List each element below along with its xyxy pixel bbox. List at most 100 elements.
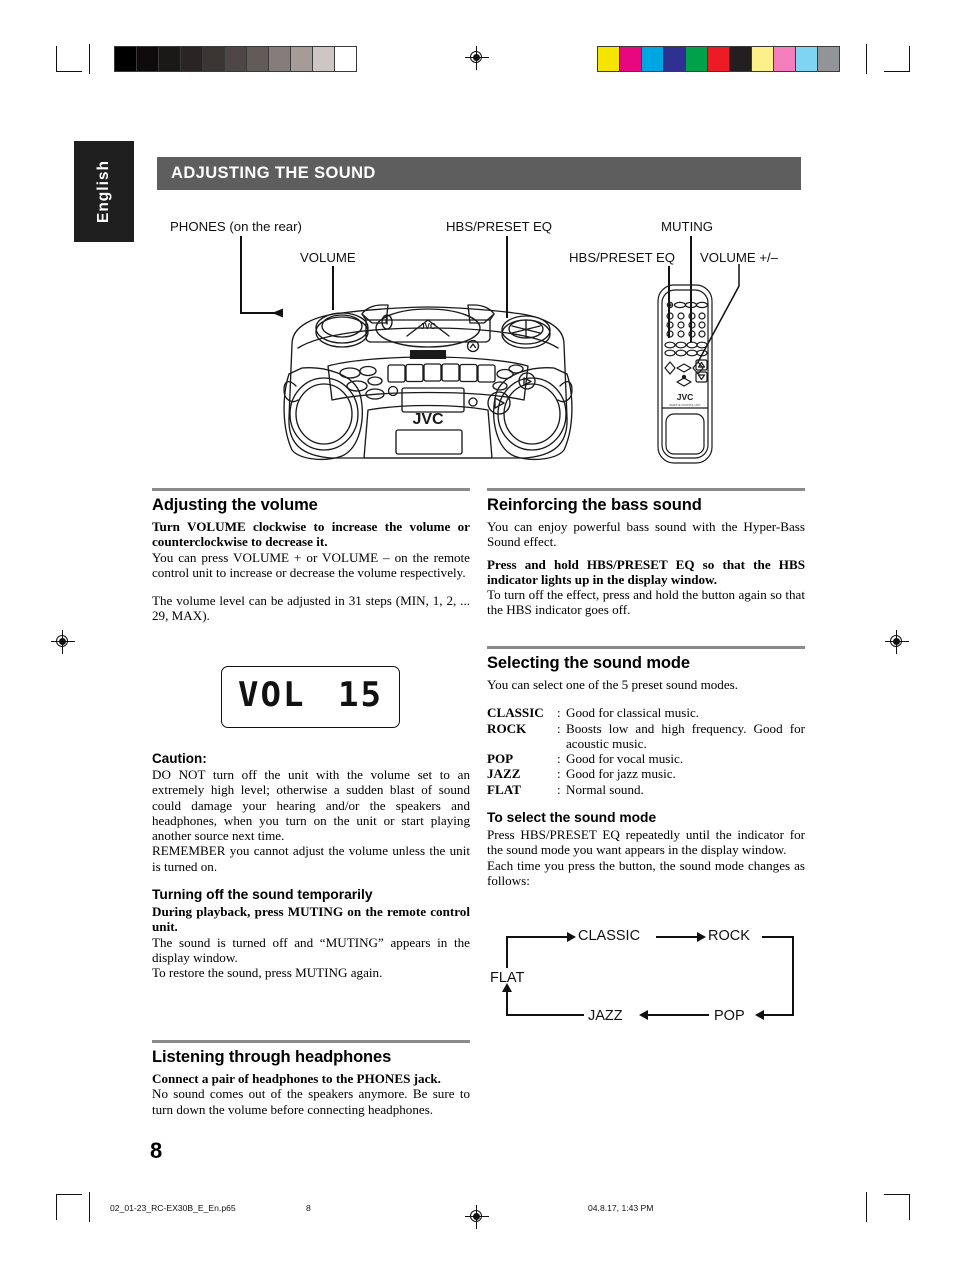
- heading-selecting-sound-mode: Selecting the sound mode: [487, 654, 690, 672]
- color-patch: [686, 47, 708, 71]
- flow-line-flat-to-classic: [506, 936, 569, 939]
- right-column-sound-mode: Selecting the sound mode You can select …: [487, 646, 805, 888]
- remote-logo: JVC: [677, 392, 694, 402]
- left-column-headphones: Listening through headphones Connect a p…: [152, 1040, 470, 1117]
- grayscale-patch: [291, 47, 313, 71]
- color-patch: [620, 47, 642, 71]
- color-patch: [664, 47, 686, 71]
- page-title: ADJUSTING THE SOUND: [171, 164, 376, 182]
- section-banner: ADJUSTING THE SOUND: [157, 157, 801, 190]
- footer-page: 8: [306, 1203, 311, 1213]
- sound-mode-cycle-diagram: FLAT CLASSIC ROCK POP JAZZ: [490, 925, 802, 1035]
- flow-arrow-to-jazz: [639, 1010, 648, 1020]
- sound-mode-description: Good for classical music.: [566, 705, 700, 721]
- sound-mode-table: CLASSIC: Good for classical music. ROCK: Bo…: [487, 705, 805, 797]
- registration-mark-bottom: [465, 1205, 489, 1229]
- boombox-illustration: JVC JVC: [283, 304, 573, 461]
- flow-line-flat-up: [506, 936, 509, 968]
- page-number: 8: [150, 1138, 163, 1163]
- grayscale-calibration-strip: [114, 46, 357, 72]
- unit-front-logo: JVC: [412, 411, 444, 428]
- heading-adjusting-the-volume: Adjusting the volume: [152, 496, 318, 514]
- sound-mode-colon: :: [557, 781, 561, 797]
- volume-paragraph-2: The volume level can be adjusted in 31 s…: [152, 593, 470, 624]
- caution-paragraph-1: DO NOT turn off the unit with the volume…: [152, 767, 470, 844]
- footer-filename: 02_01-23_RC-EX30B_E_En.p65: [110, 1203, 236, 1213]
- section-rule-bass: [487, 488, 805, 491]
- sound-mode-name: JAZZ: [487, 766, 521, 782]
- leader-phones-vertical: [240, 236, 242, 314]
- sound-mode-intro: You can select one of the 5 preset sound…: [487, 677, 739, 692]
- sound-mode-description: Boosts low and high frequency. Good for …: [566, 720, 805, 751]
- flow-arrow-to-rock: [697, 932, 706, 942]
- flow-line-pop-to-jazz: [647, 1014, 709, 1017]
- language-tab: English: [74, 141, 134, 242]
- bass-paragraph-2: To turn off the effect, press and hold t…: [487, 587, 805, 618]
- left-column-caution: Caution: DO NOT turn off the unit with t…: [152, 751, 470, 981]
- heading-turning-off-sound: Turning off the sound temporarily: [152, 887, 373, 903]
- volume-paragraph-1: You can press VOLUME + or VOLUME – on th…: [152, 549, 470, 580]
- grayscale-patch: [159, 47, 181, 71]
- registration-mark-top: [465, 46, 489, 70]
- callout-muting: MUTING: [661, 219, 714, 234]
- flow-node-jazz: JAZZ: [588, 1008, 623, 1024]
- crop-mark-top-right: [884, 46, 910, 72]
- sound-mode-description: Good for vocal music.: [566, 751, 684, 767]
- sound-mode-colon: :: [557, 705, 561, 721]
- heading-listening-through-headphones: Listening through headphones: [152, 1048, 392, 1066]
- flow-line-to-pop: [763, 1014, 794, 1017]
- right-column-bass: Reinforcing the bass sound You can enjoy…: [487, 488, 805, 618]
- heading-reinforcing-bass: Reinforcing the bass sound: [487, 496, 702, 514]
- grayscale-patch: [225, 47, 247, 71]
- remote-control-illustration: JVC REMOTE CONTROL UNIT: [657, 284, 713, 464]
- flow-arrow-to-classic: [567, 932, 576, 942]
- heading-to-select-sound-mode: To select the sound mode: [487, 810, 657, 826]
- color-patch: [598, 47, 620, 71]
- sound-mode-name: FLAT: [487, 781, 521, 797]
- color-calibration-strip: [597, 46, 840, 72]
- mp3-badge: [410, 350, 446, 359]
- color-patch: [708, 47, 730, 71]
- remote-sublabel: REMOTE CONTROL UNIT: [669, 403, 701, 407]
- sound-mode-name: CLASSIC: [487, 705, 544, 721]
- color-patch: [730, 47, 752, 71]
- color-patch: [818, 47, 839, 71]
- flow-line-jazz-up: [506, 991, 509, 1016]
- sound-mode-row: FLAT: Normal sound.: [487, 782, 805, 797]
- sound-mode-description: Good for jazz music.: [566, 766, 676, 782]
- crop-mark-bottom-right: [884, 1194, 910, 1220]
- grayscale-patch: [137, 47, 159, 71]
- color-patch: [752, 47, 774, 71]
- headphones-paragraph-1: No sound comes out of the speakers anymo…: [152, 1086, 470, 1117]
- flow-arrow-to-flat: [502, 983, 512, 992]
- muting-paragraph-1: The sound is turned off and “MUTING” app…: [152, 934, 470, 965]
- callout-phones: PHONES (on the rear): [170, 219, 302, 234]
- volume-bold-instruction: Turn VOLUME clockwise to increase the vo…: [152, 519, 470, 550]
- flow-line-jazz-left: [506, 1014, 584, 1017]
- sound-mode-description: Normal sound.: [566, 781, 644, 797]
- lcd-value: 15: [338, 675, 383, 715]
- crop-mark-bottom-left: [56, 1194, 82, 1220]
- sound-mode-colon: :: [557, 720, 561, 736]
- callout-volume: VOLUME: [300, 250, 356, 265]
- registration-mark-right: [885, 630, 909, 654]
- grayscale-patch: [115, 47, 137, 71]
- sound-mode-row: ROCK: Boosts low and high frequency. Good…: [487, 721, 805, 752]
- unit-top-logo: JVC: [420, 322, 436, 331]
- flow-node-pop: POP: [714, 1008, 745, 1024]
- sound-mode-colon: :: [557, 751, 561, 767]
- grayscale-patch: [269, 47, 291, 71]
- grayscale-patch: [313, 47, 335, 71]
- grayscale-patch: [181, 47, 203, 71]
- sound-mode-name: POP: [487, 751, 514, 767]
- crop-tick-left-bottom: [89, 1192, 91, 1222]
- registration-mark-left: [51, 630, 75, 654]
- callout-volume-plus-minus: VOLUME +/–: [700, 250, 779, 265]
- grayscale-patch: [335, 47, 356, 71]
- grayscale-patch: [203, 47, 225, 71]
- crop-tick-right-bottom: [866, 1192, 868, 1222]
- caution-heading: Caution:: [152, 751, 207, 766]
- sound-mode-name: ROCK: [487, 720, 527, 736]
- color-patch: [642, 47, 664, 71]
- left-column: Adjusting the volume Turn VOLUME clockwi…: [152, 488, 470, 624]
